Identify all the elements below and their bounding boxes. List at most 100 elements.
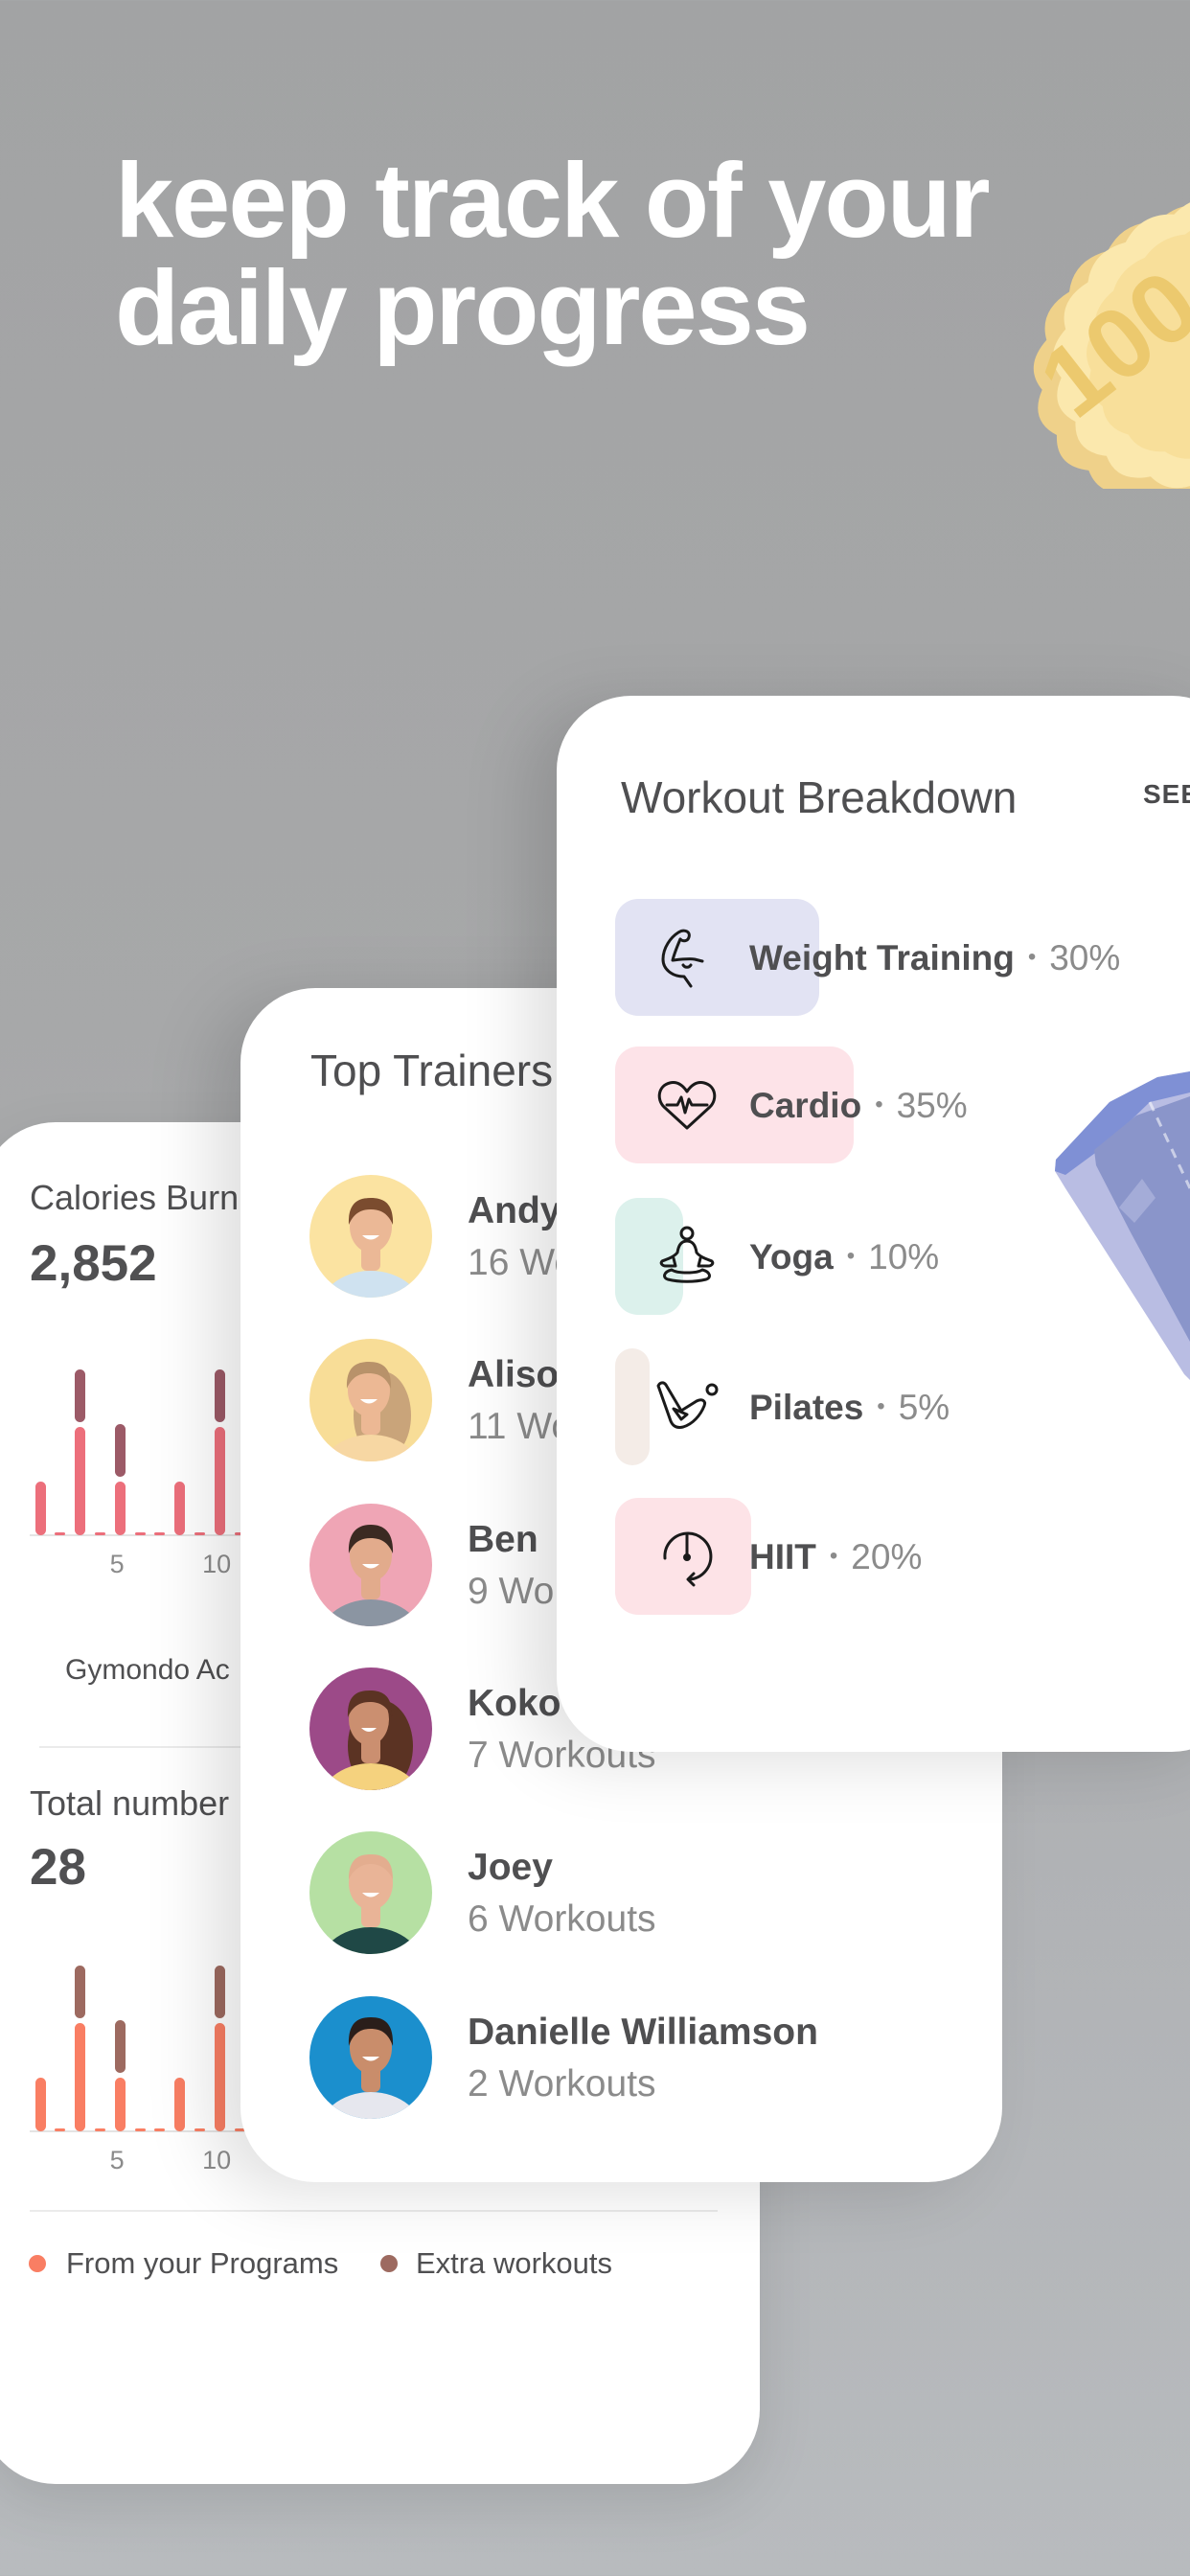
breakdown-row-weight-training[interactable]: Weight Training • 30% <box>615 899 1190 1016</box>
trainer-avatar <box>309 1504 432 1626</box>
legend-dot-programs <box>29 2255 46 2272</box>
legend-label-programs: From your Programs <box>66 2246 339 2280</box>
breakdown-name: Pilates <box>749 1388 864 1427</box>
bar-programs-day-8 <box>174 1482 186 1535</box>
bar-extra-day-3 <box>75 1965 86 2018</box>
trainer-avatar <box>309 1175 432 1298</box>
avatar-photo <box>309 1339 432 1461</box>
x-tick-label: 10 <box>202 1550 232 1578</box>
bar-extra-day-10 <box>214 1368 225 1422</box>
workout-breakdown-title: Workout Breakdown <box>621 772 1018 822</box>
avatar-photo <box>309 1831 432 1954</box>
trainer-row[interactable]: Danielle Williamson 2 Workouts <box>309 1996 980 2119</box>
headline-line-2: daily progress <box>115 249 811 367</box>
legend-label-extra: Extra workouts <box>416 2246 613 2280</box>
trainer-name: Andy <box>468 1190 561 1231</box>
avatar-photo <box>309 1996 432 2119</box>
breakdown-row-hiit[interactable]: HIIT • 20% <box>615 1498 1190 1615</box>
trainer-avatar <box>309 1831 432 1954</box>
breakdown-label: Yoga • 10% <box>749 1236 939 1280</box>
badge-100-decoration: 100 <box>1020 202 1190 489</box>
bar-empty-day-2 <box>55 2128 66 2131</box>
trainer-name: Aliso <box>468 1354 560 1395</box>
timer-icon <box>663 1531 713 1587</box>
bar-empty-day-2 <box>55 1532 66 1535</box>
breakdown-separator: • <box>877 1393 885 1420</box>
heart-pulse-icon <box>657 1081 717 1130</box>
bar-programs-day-8 <box>174 2078 186 2131</box>
trainer-name: Joey <box>468 1847 553 1888</box>
breakdown-label: Weight Training • 30% <box>749 937 1120 981</box>
breakdown-separator: • <box>1027 944 1037 971</box>
breakdown-separator: • <box>829 1543 838 1570</box>
bar-empty-day-4 <box>94 2128 105 2131</box>
trainer-avatar <box>309 1668 432 1790</box>
trainer-workout-count: 6 Workouts <box>468 1898 656 1940</box>
breakdown-name: Yoga <box>749 1237 834 1276</box>
breakdown-separator: • <box>875 1092 883 1118</box>
trainer-workout-count: 2 Workouts <box>468 2063 656 2104</box>
see-all-button[interactable]: SEE <box>1143 779 1190 810</box>
trainer-avatar <box>309 1996 432 2119</box>
bar-extra-day-5 <box>114 2020 126 2073</box>
x-tick-label: 10 <box>202 2146 232 2174</box>
legend-item-extra: Extra workouts <box>380 2246 612 2281</box>
workouts-value: 28 <box>30 1839 86 1896</box>
gymondo-activity-label: Gymondo Ac <box>65 1654 230 1686</box>
fitness-device-decoration <box>1055 1071 1190 1380</box>
breakdown-percent: 20% <box>851 1537 923 1576</box>
legend-dot-extra <box>380 2255 398 2272</box>
trainer-avatar <box>309 1339 432 1461</box>
avatar-photo <box>309 1668 432 1790</box>
trainer-row[interactable]: Joey 6 Workouts <box>309 1831 980 1954</box>
bar-programs-day-10 <box>214 1426 225 1535</box>
meditation-icon <box>659 1226 715 1283</box>
bar-empty-day-7 <box>154 1532 166 1535</box>
bar-empty-day-7 <box>154 2128 166 2131</box>
bar-programs-day-5 <box>114 1482 126 1535</box>
bar-empty-day-4 <box>94 1532 105 1535</box>
calories-value: 2,852 <box>30 1235 157 1292</box>
breakdown-percent: 30% <box>1049 938 1121 978</box>
breakdown-percent: 10% <box>868 1237 940 1276</box>
trainer-name: Koko <box>468 1683 561 1724</box>
workouts-title: Total number <box>30 1783 230 1823</box>
bar-empty-day-9 <box>194 2128 205 2131</box>
x-tick-label: 5 <box>109 2146 125 2174</box>
headline-line-1: keep track of your <box>115 142 991 260</box>
bar-empty-day-9 <box>194 1532 205 1535</box>
breakdown-name: HIIT <box>749 1537 816 1576</box>
breakdown-separator: • <box>846 1243 856 1270</box>
breakdown-percent: 35% <box>896 1086 968 1125</box>
flexed-arm-icon <box>661 929 704 988</box>
legend-item-programs: From your Programs <box>29 2246 338 2281</box>
bar-programs-day-1 <box>34 2078 46 2131</box>
bar-programs-day-5 <box>114 2078 126 2131</box>
breakdown-percent: 5% <box>898 1388 950 1427</box>
breakdown-label: Pilates • 5% <box>749 1387 950 1431</box>
trainer-name: Danielle Williamson <box>468 2012 818 2053</box>
calories-title: Calories Burn <box>30 1178 240 1217</box>
avatar-photo <box>309 1175 432 1298</box>
breakdown-label: HIIT • 20% <box>749 1536 922 1580</box>
headline: keep track of your daily progress <box>115 142 991 367</box>
breakdown-name: Cardio <box>749 1086 862 1125</box>
bar-extra-day-10 <box>214 1965 225 2018</box>
x-tick-label: 5 <box>109 1550 125 1578</box>
bar-extra-day-5 <box>114 1424 126 1477</box>
breakdown-label: Cardio • 35% <box>749 1085 968 1129</box>
breakdown-share-bar <box>615 1348 650 1465</box>
avatar-photo <box>309 1504 432 1626</box>
trainer-name: Ben <box>468 1519 538 1560</box>
bar-programs-day-3 <box>75 2022 86 2131</box>
top-trainers-title: Top Trainers <box>310 1046 554 1095</box>
bar-programs-day-1 <box>34 1482 46 1535</box>
pilates-icon <box>656 1381 719 1429</box>
bar-extra-day-3 <box>75 1368 86 1422</box>
bar-programs-day-3 <box>75 1426 86 1535</box>
bar-empty-day-6 <box>134 2128 146 2131</box>
bar-programs-day-10 <box>214 2022 225 2131</box>
breakdown-name: Weight Training <box>749 938 1015 978</box>
bar-empty-day-6 <box>134 1532 146 1535</box>
legend-divider <box>30 2210 718 2212</box>
